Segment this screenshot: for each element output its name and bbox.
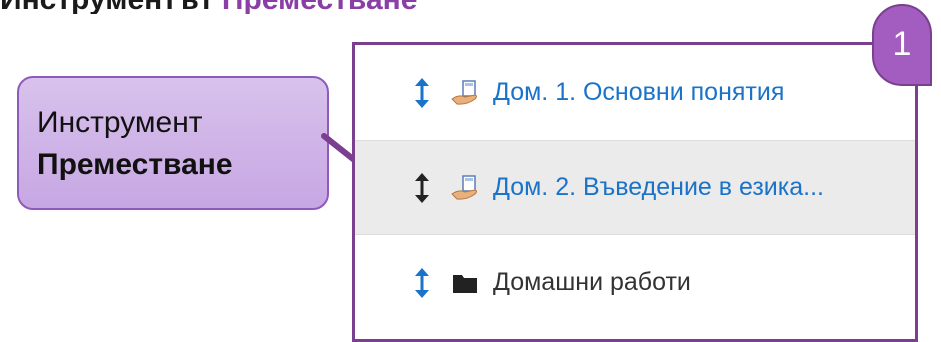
- tool-callout: Инструмент Преместване: [17, 76, 329, 210]
- hand-document-icon: [451, 174, 477, 200]
- activity-link[interactable]: Дом. 2. Въведение в езика...: [493, 173, 824, 202]
- move-icon[interactable]: [413, 267, 431, 298]
- folder-label[interactable]: Домашни работи: [493, 268, 691, 297]
- list-item: Домашни работи: [355, 235, 915, 330]
- move-icon[interactable]: [413, 172, 431, 203]
- activity-link[interactable]: Дом. 1. Основни понятия: [493, 78, 784, 107]
- move-icon[interactable]: [413, 77, 431, 108]
- folder-icon: [453, 274, 477, 293]
- heading-text: Инструментът: [0, 0, 214, 14]
- step-number-badge: 1: [872, 4, 932, 86]
- callout-title: Инструмент: [37, 106, 203, 139]
- callout-tool-name: Преместване: [37, 148, 233, 181]
- list-item: Дом. 2. Въведение в езика...: [355, 140, 915, 235]
- heading-fragment: Инструментът Преместване: [0, 0, 941, 14]
- list-item: Дом. 1. Основни понятия: [355, 45, 915, 140]
- heading-accent-text: Преместване: [222, 0, 418, 14]
- hand-document-icon: [451, 79, 477, 105]
- course-activity-list: Дом. 1. Основни понятия Дом. 2. Въведени…: [352, 42, 918, 342]
